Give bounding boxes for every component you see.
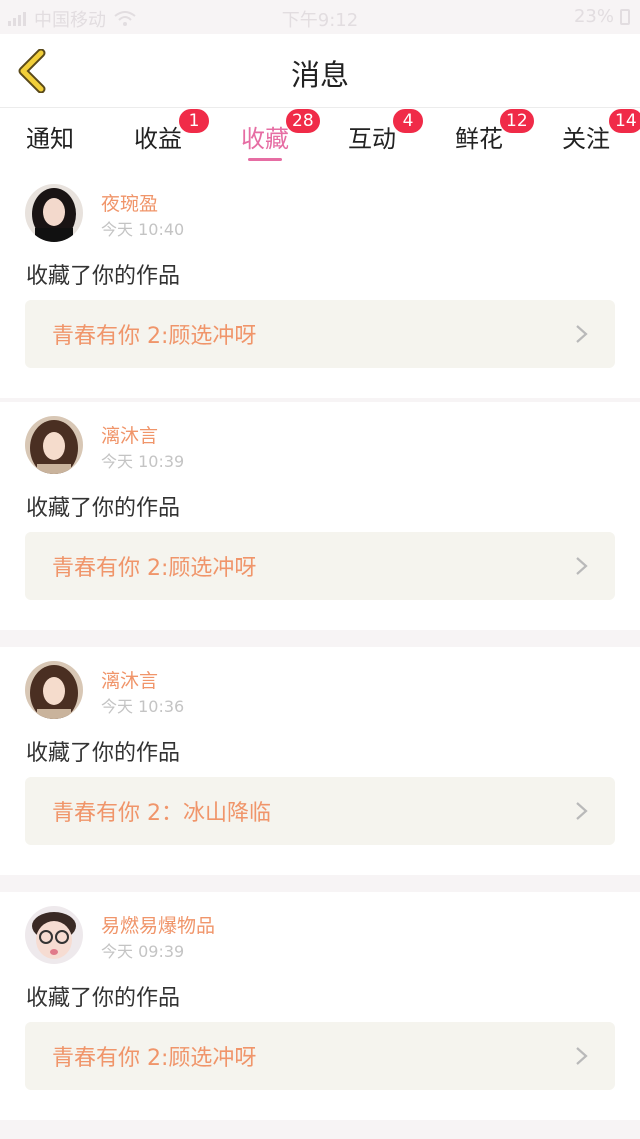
chevron-right-icon (576, 1047, 588, 1065)
tab-label: 收藏 (241, 125, 289, 153)
tab-bar: 通知 收益 1 收藏 28 互动 4 鲜花 12 关注 14 (0, 108, 640, 170)
tab-label: 关注 (562, 125, 610, 153)
chevron-right-icon (576, 325, 588, 343)
user-photo (25, 416, 83, 474)
tab-badge: 14 (608, 108, 640, 134)
battery-label: 23% (573, 6, 614, 27)
work-title: 青春有你 2:顾选冲呀 (52, 556, 257, 581)
chevron-right-icon (576, 557, 588, 575)
status-bar: 中国移动 下午9:12 23% (0, 0, 640, 34)
user-photo (25, 184, 83, 242)
user-photo (25, 661, 83, 719)
tab-label: 鲜花 (455, 125, 503, 153)
nav-bar: 消息 (0, 34, 640, 108)
timestamp: 今天 09:39 (101, 942, 185, 961)
avatar[interactable] (25, 661, 83, 719)
message-card: 漓沐言 今天 10:39 收藏了你的作品 青春有你 2:顾选冲呀 (0, 402, 640, 630)
timestamp: 今天 10:39 (101, 452, 185, 471)
action-text: 收藏了你的作品 (26, 264, 181, 289)
tab-badge: 28 (285, 108, 321, 134)
avatar[interactable] (25, 416, 83, 474)
message-card: 易燃易爆物品 今天 09:39 收藏了你的作品 青春有你 2:顾选冲呀 (0, 892, 640, 1120)
timestamp: 今天 10:40 (101, 220, 185, 239)
work-title: 青春有你 2:顾选冲呀 (52, 324, 257, 349)
work-link[interactable]: 青春有你 2:顾选冲呀 (25, 1022, 615, 1090)
status-right: 23% (574, 6, 630, 27)
tab-badge: 1 (178, 108, 210, 134)
chevron-right-icon (576, 802, 588, 820)
message-card: 夜琬盈 今天 10:40 收藏了你的作品 青春有你 2:顾选冲呀 (0, 170, 640, 398)
tab-badge: 4 (392, 108, 424, 134)
tab-label: 互动 (348, 125, 396, 153)
message-card: 漓沐言 今天 10:36 收藏了你的作品 青春有你 2：冰山降临 (0, 647, 640, 875)
action-text: 收藏了你的作品 (26, 496, 181, 521)
user-name[interactable]: 夜琬盈 (101, 189, 158, 216)
action-text: 收藏了你的作品 (26, 741, 181, 766)
work-link[interactable]: 青春有你 2:顾选冲呀 (25, 532, 615, 600)
user-name[interactable]: 漓沐言 (101, 666, 158, 693)
user-name[interactable]: 易燃易爆物品 (101, 911, 215, 938)
tab-underline (248, 158, 282, 161)
tab-interactions[interactable]: 互动 4 (348, 108, 424, 170)
timestamp: 今天 10:36 (101, 697, 185, 716)
avatar[interactable] (25, 184, 83, 242)
work-link[interactable]: 青春有你 2:顾选冲呀 (25, 300, 615, 368)
tab-badge: 12 (499, 108, 535, 134)
status-time: 下午9:12 (281, 10, 359, 31)
work-title: 青春有你 2：冰山降临 (52, 801, 271, 826)
tab-follows[interactable]: 关注 14 (562, 108, 640, 170)
tab-label: 通知 (26, 125, 74, 153)
user-photo (25, 906, 83, 964)
tab-label: 收益 (134, 125, 182, 153)
tab-earnings[interactable]: 收益 1 (134, 108, 210, 170)
battery-icon (620, 8, 630, 25)
action-text: 收藏了你的作品 (26, 986, 181, 1011)
work-link[interactable]: 青春有你 2：冰山降临 (25, 777, 615, 845)
tab-notifications[interactable]: 通知 (26, 114, 74, 170)
work-title: 青春有你 2:顾选冲呀 (52, 1046, 257, 1071)
tab-favorites[interactable]: 收藏 28 (241, 108, 321, 170)
user-name[interactable]: 漓沐言 (101, 421, 158, 448)
tab-flowers[interactable]: 鲜花 12 (455, 108, 535, 170)
avatar[interactable] (25, 906, 83, 964)
page-title: 消息 (290, 58, 349, 92)
